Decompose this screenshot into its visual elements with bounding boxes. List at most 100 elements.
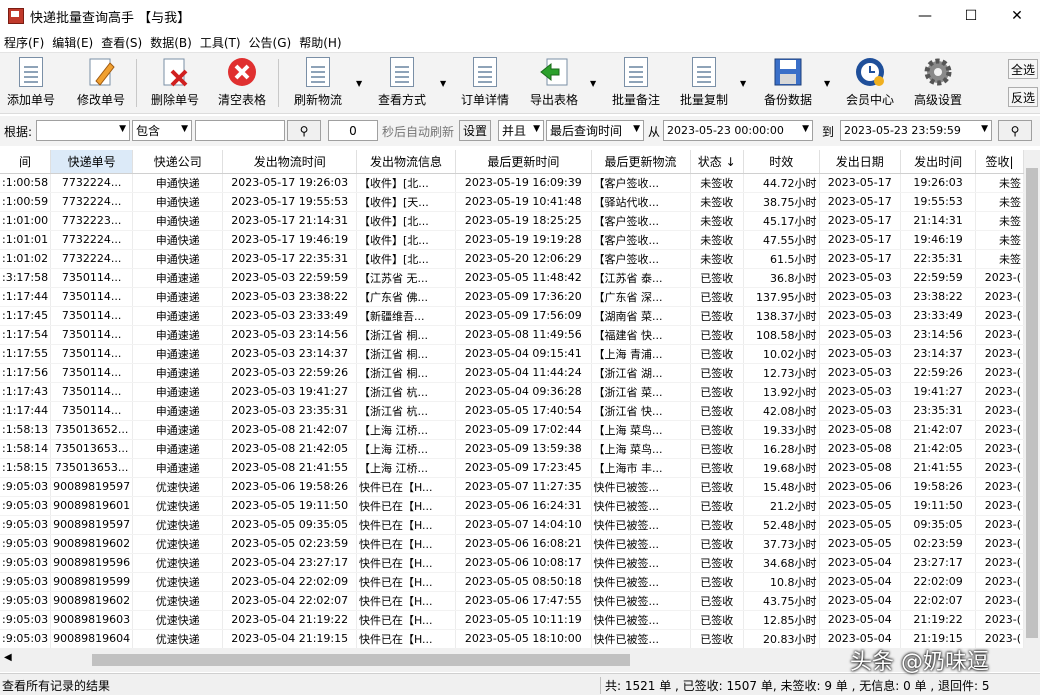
col-header-last-update-time[interactable]: 最后更新时间 xyxy=(455,150,592,174)
close-button[interactable]: ✕ xyxy=(994,0,1040,32)
col-header-ship-time[interactable]: 发出物流时间 xyxy=(222,150,357,174)
minimize-button[interactable]: — xyxy=(902,0,948,32)
refresh-dropdown-icon[interactable]: ▼ xyxy=(356,79,362,88)
export-table-button[interactable]: 导出表格 xyxy=(526,57,582,111)
table-cell: 90089819602 xyxy=(50,591,134,611)
results-grid[interactable]: 间 快递单号 快递公司 发出物流时间 发出物流信息 最后更新时间 最后更新物流 … xyxy=(0,150,1024,648)
table-row[interactable]: :1:00:58 7732224... 申通快递 2023-05-17 19:26:0… xyxy=(0,173,1024,193)
refresh-logistics-button[interactable]: 刷新物流 xyxy=(290,57,346,111)
keyword-input[interactable] xyxy=(195,120,285,141)
clear-table-button[interactable]: 清空表格 xyxy=(214,57,270,111)
member-center-button[interactable]: 会员中心 xyxy=(842,57,898,111)
backup-data-button[interactable]: 备份数据 xyxy=(760,57,816,111)
col-header-ship-info[interactable]: 发出物流信息 xyxy=(356,150,457,174)
table-cell: 2023-05-08 21:41:55 xyxy=(222,458,357,478)
from-date-picker[interactable]: 2023-05-23 00:00:00 ▼ xyxy=(663,120,813,141)
table-row[interactable]: :1:01:01 7732224... 申通快递 2023-05-17 19:46:1… xyxy=(0,230,1024,250)
table-row[interactable]: :1:00:59 7732224... 申通快递 2023-05-17 19:55:5… xyxy=(0,192,1024,212)
delete-tracking-button[interactable]: 删除单号 xyxy=(146,57,204,111)
table-cell: 【湖南省 菜... xyxy=(591,306,691,326)
col-header-tracking-no[interactable]: 快递单号 xyxy=(50,150,134,174)
col-header[interactable]: 间 xyxy=(0,150,52,174)
col-header-duration[interactable]: 时效 xyxy=(743,150,820,174)
match-mode-select[interactable]: 包含 ▼ xyxy=(132,120,192,141)
table-cell: 7350114... xyxy=(50,325,134,345)
scrollbar-thumb[interactable] xyxy=(92,654,630,666)
backup-dropdown-icon[interactable]: ▼ xyxy=(824,79,830,88)
based-on-select[interactable]: ▼ xyxy=(36,120,130,141)
table-cell: 2023-05-03 19:41:27 xyxy=(222,382,357,402)
menu-notice[interactable]: 公告(G) xyxy=(245,34,296,51)
table-row[interactable]: :9:05:03 90089819597 优速快递 2023-05-05 09:35:… xyxy=(0,515,1024,535)
time-field-select[interactable]: 最后查询时间 ▼ xyxy=(546,120,644,141)
col-header-courier[interactable]: 快递公司 xyxy=(132,150,224,174)
maximize-button[interactable]: ☐ xyxy=(948,0,994,32)
table-cell: 优速快递 xyxy=(132,591,224,611)
col-header-ship-clock[interactable]: 发出时间 xyxy=(900,150,977,174)
table-row[interactable]: :1:17:54 7350114... 申通速递 2023-05-03 23:14:5… xyxy=(0,325,1024,345)
table-cell: 未签 xyxy=(975,192,1024,212)
copy-dropdown-icon[interactable]: ▼ xyxy=(740,79,746,88)
table-row[interactable]: :1:17:45 7350114... 申通速递 2023-05-03 23:33:4… xyxy=(0,306,1024,326)
menu-program[interactable]: 程序(F) xyxy=(0,34,48,51)
col-header-ship-date[interactable]: 发出日期 xyxy=(819,150,902,174)
table-row[interactable]: :1:01:00 7732223... 申通快递 2023-05-17 21:14:3… xyxy=(0,211,1024,231)
invert-selection-button[interactable]: 反选 xyxy=(1008,87,1038,107)
edit-tracking-button[interactable]: 修改单号 xyxy=(74,57,128,111)
logic-select[interactable]: 并且 ▼ xyxy=(498,120,544,141)
menu-data[interactable]: 数据(B) xyxy=(146,34,196,51)
table-cell: 2023-05-04 23:27:17 xyxy=(222,553,357,573)
table-row[interactable]: :1:17:44 7350114... 申通速递 2023-05-03 23:35:3… xyxy=(0,401,1024,421)
seconds-input[interactable]: 0 xyxy=(328,120,378,141)
table-row[interactable]: :9:05:03 90089819603 优速快递 2023-05-04 21:19:… xyxy=(0,610,1024,630)
search-keyword-button[interactable]: ⚲ xyxy=(287,120,321,141)
view-mode-button[interactable]: 查看方式 xyxy=(374,57,430,111)
table-row[interactable]: :1:58:14 735013653... 申通速递 2023-05-08 21:42… xyxy=(0,439,1024,459)
table-row[interactable]: :1:58:13 735013652... 申通速递 2023-05-08 21:42… xyxy=(0,420,1024,440)
col-header-status[interactable]: 状态 ↓ xyxy=(690,150,744,174)
table-row[interactable]: :9:05:03 90089819599 优速快递 2023-05-04 22:02:… xyxy=(0,572,1024,592)
table-row[interactable]: :1:17:43 7350114... 申通速递 2023-05-03 19:41:2… xyxy=(0,382,1024,402)
table-cell: :1:00:58 xyxy=(0,173,52,193)
table-row[interactable]: :1:58:15 735013653... 申通速递 2023-05-08 21:41… xyxy=(0,458,1024,478)
table-cell: 【上海 江桥... xyxy=(356,458,457,478)
add-tracking-button[interactable]: 添加单号 xyxy=(4,57,58,111)
select-all-button[interactable]: 全选 xyxy=(1008,59,1038,79)
export-dropdown-icon[interactable]: ▼ xyxy=(590,79,596,88)
search-button[interactable]: ⚲ xyxy=(998,120,1032,141)
table-row[interactable]: :1:17:55 7350114... 申通速递 2023-05-03 23:14:3… xyxy=(0,344,1024,364)
table-row[interactable]: :9:05:03 90089819597 优速快递 2023-05-06 19:58:… xyxy=(0,477,1024,497)
table-cell: 90089819602 xyxy=(50,534,134,554)
menu-help[interactable]: 帮助(H) xyxy=(295,34,345,51)
vertical-scrollbar[interactable] xyxy=(1024,150,1040,648)
table-row[interactable]: :9:05:03 90089819602 优速快递 2023-05-05 02:23:… xyxy=(0,534,1024,554)
menu-tools[interactable]: 工具(T) xyxy=(196,34,245,51)
scrollbar-thumb[interactable] xyxy=(1026,168,1038,638)
to-date-picker[interactable]: 2023-05-23 23:59:59 ▼ xyxy=(840,120,992,141)
col-header-last-update-info[interactable]: 最后更新物流 xyxy=(591,150,691,174)
table-row[interactable]: :3:17:58 7350114... 申通速递 2023-05-03 22:59:5… xyxy=(0,268,1024,288)
view-dropdown-icon[interactable]: ▼ xyxy=(440,79,446,88)
table-row[interactable]: :9:05:03 90089819602 优速快递 2023-05-04 22:02:… xyxy=(0,591,1024,611)
table-row[interactable]: :1:01:02 7732224... 申通快递 2023-05-17 22:35:3… xyxy=(0,249,1024,269)
table-cell: 22:02:07 xyxy=(900,591,977,611)
table-cell: 已签收 xyxy=(690,306,744,326)
table-row[interactable]: :9:05:03 90089819596 优速快递 2023-05-04 23:27:… xyxy=(0,553,1024,573)
batch-copy-button[interactable]: 批量复制 xyxy=(676,57,732,111)
table-row[interactable]: :1:17:56 7350114... 申通速递 2023-05-03 22:59:2… xyxy=(0,363,1024,383)
batch-note-button[interactable]: 批量备注 xyxy=(608,57,664,111)
toolbar-separator xyxy=(136,59,137,107)
order-detail-button[interactable]: 订单详情 xyxy=(458,57,512,111)
scroll-left-icon[interactable]: ◀ xyxy=(4,652,12,663)
table-cell: 2023-05-09 17:56:09 xyxy=(455,306,592,326)
table-cell: 2023-05-06 16:08:21 xyxy=(455,534,592,554)
table-row[interactable]: :9:05:03 90089819601 优速快递 2023-05-05 19:11:… xyxy=(0,496,1024,516)
table-row[interactable]: :1:17:44 7350114... 申通速递 2023-05-03 23:38:2… xyxy=(0,287,1024,307)
settings-button[interactable]: 设置 xyxy=(459,120,491,141)
col-header-signed[interactable]: 签收| xyxy=(975,150,1024,174)
checklist-icon xyxy=(387,57,417,87)
advanced-settings-button[interactable]: 高级设置 xyxy=(910,57,966,111)
menu-edit[interactable]: 编辑(E) xyxy=(48,34,97,51)
table-cell: 2023-05-03 22:59:26 xyxy=(222,363,357,383)
menu-view[interactable]: 查看(S) xyxy=(97,34,146,51)
